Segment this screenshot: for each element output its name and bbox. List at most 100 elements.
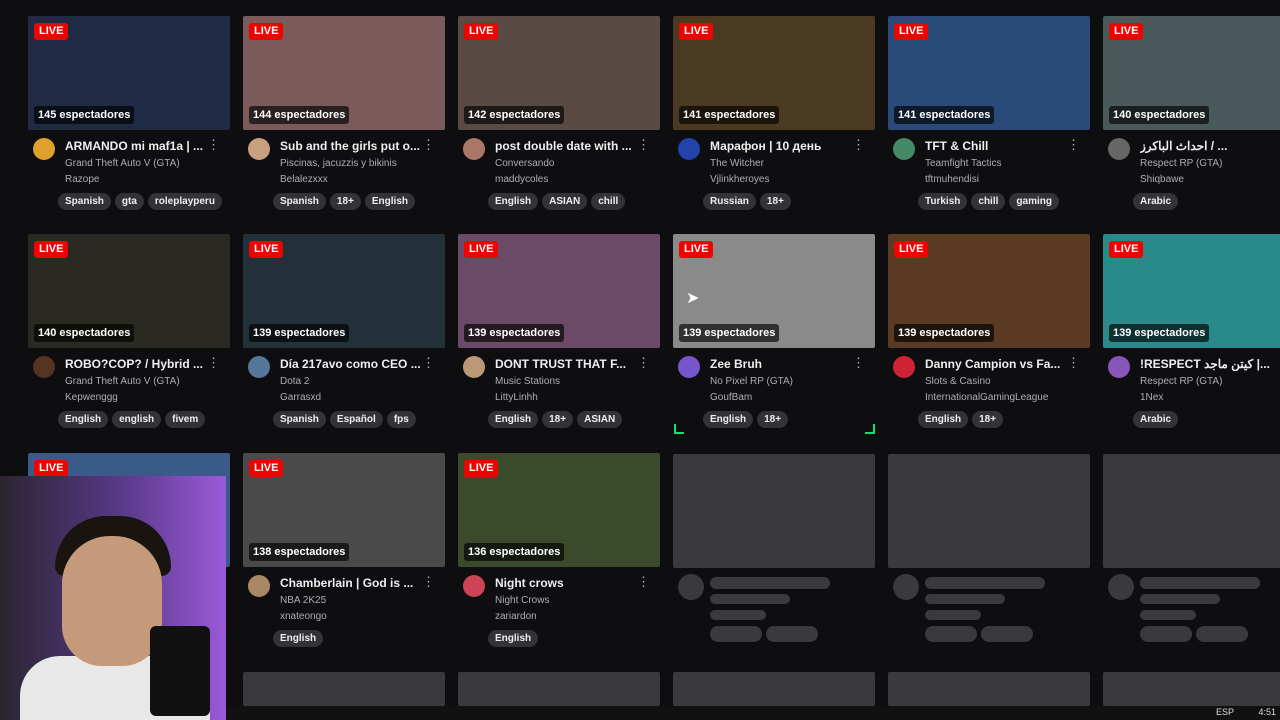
avatar[interactable] — [463, 575, 485, 597]
game-name[interactable]: Conversando — [495, 158, 554, 169]
keyboard-language[interactable]: ESP — [1216, 707, 1234, 717]
game-name[interactable]: Grand Theft Auto V (GTA) — [65, 376, 180, 387]
more-options-icon[interactable]: ⋮ — [1067, 356, 1080, 370]
tag[interactable]: gta — [114, 193, 144, 210]
more-options-icon[interactable]: ⋮ — [852, 356, 865, 370]
stream-card[interactable]: LIVE 139 espectadores Zee Bruh ⋮ No Pixel RP… — [673, 234, 875, 438]
tag[interactable]: English — [703, 411, 754, 428]
tag[interactable]: fivem — [165, 411, 206, 428]
tag[interactable]: English — [918, 411, 969, 428]
channel-name[interactable]: xnateongo — [280, 611, 327, 622]
stream-thumbnail[interactable]: LIVE 139 espectadores — [458, 234, 660, 348]
stream-card[interactable]: LIVE 141 espectadores Марафон | 10 день ⋮ Th… — [673, 16, 875, 220]
stream-thumbnail[interactable]: LIVE 138 espectadores — [243, 453, 445, 567]
avatar[interactable] — [893, 138, 915, 160]
avatar[interactable] — [893, 356, 915, 378]
tag[interactable]: ASIAN — [542, 193, 588, 210]
avatar[interactable] — [463, 356, 485, 378]
game-name[interactable]: Grand Theft Auto V (GTA) — [65, 158, 180, 169]
more-options-icon[interactable]: ⋮ — [637, 138, 650, 152]
stream-card[interactable]: LIVE 141 espectadores TFT & Chill ⋮ Teamfigh… — [888, 16, 1090, 220]
game-name[interactable]: Slots & Casino — [925, 376, 991, 387]
channel-name[interactable]: maddycoles — [495, 174, 548, 185]
tag[interactable]: gaming — [1009, 193, 1059, 210]
tag[interactable]: English — [488, 411, 539, 428]
stream-title[interactable]: احداث الباكرز / ... — [1140, 139, 1280, 153]
stream-card[interactable]: LIVE 139 espectadores DONT TRUST THAT F...… — [458, 234, 660, 438]
game-name[interactable]: Respect RP (GTA) — [1140, 376, 1222, 387]
stream-card[interactable]: LIVE 139 espectadores Día 217avo como CEO … — [243, 234, 445, 438]
stream-thumbnail[interactable]: LIVE 145 espectadores — [28, 16, 230, 130]
stream-card[interactable]: LIVE 140 espectadores احداث الباكرز / ...⋮… — [1103, 16, 1280, 220]
tag[interactable]: Spanish — [273, 193, 326, 210]
tag[interactable]: ASIAN — [577, 411, 623, 428]
channel-name[interactable]: 1Nex — [1140, 392, 1163, 403]
channel-name[interactable]: zariardon — [495, 611, 537, 622]
stream-card[interactable]: LIVE 142 espectadores post double date wit… — [458, 16, 660, 220]
stream-title[interactable]: DONT TRUST THAT F... — [495, 357, 645, 371]
channel-name[interactable]: GoufBam — [710, 392, 752, 403]
tag[interactable]: Turkish — [918, 193, 968, 210]
avatar[interactable] — [463, 138, 485, 160]
stream-thumbnail[interactable]: LIVE 139 espectadores — [1103, 234, 1280, 348]
avatar[interactable] — [248, 575, 270, 597]
avatar[interactable] — [678, 356, 700, 378]
stream-title[interactable]: ROBO?COP? / Hybrid ... — [65, 357, 215, 371]
stream-title[interactable]: !RESPECT كيتن ماجد |... — [1140, 357, 1280, 371]
avatar[interactable] — [678, 138, 700, 160]
tag[interactable]: english — [112, 411, 162, 428]
tag[interactable]: fps — [386, 411, 416, 428]
avatar[interactable] — [248, 138, 270, 160]
avatar[interactable] — [1108, 138, 1130, 160]
stream-card[interactable]: LIVE 138 espectadores Chamberlain | God is… — [243, 453, 445, 657]
stream-card[interactable]: LIVE 144 espectadores Sub and the girls pu… — [243, 16, 445, 220]
tag[interactable]: Russian — [703, 193, 756, 210]
more-options-icon[interactable]: ⋮ — [637, 575, 650, 589]
tag[interactable]: chill — [591, 193, 626, 210]
channel-name[interactable]: Vjlinkheroyes — [710, 174, 769, 185]
channel-name[interactable]: LittyLinhh — [495, 392, 538, 403]
stream-card[interactable]: LIVE 139 espectadores Danny Campion vs Fa.… — [888, 234, 1090, 438]
more-options-icon[interactable]: ⋮ — [1067, 138, 1080, 152]
stream-thumbnail[interactable]: LIVE 140 espectadores — [28, 234, 230, 348]
tag[interactable]: Spanish — [58, 193, 111, 210]
tag[interactable]: roleplayperu — [147, 193, 222, 210]
clock[interactable]: 4:51 — [1258, 707, 1276, 717]
channel-name[interactable]: Shiqbawe — [1140, 174, 1184, 185]
game-name[interactable]: Music Stations — [495, 376, 560, 387]
avatar[interactable] — [33, 138, 55, 160]
tag[interactable]: chill — [971, 193, 1006, 210]
stream-title[interactable]: Día 217avo como CEO ... — [280, 357, 430, 371]
more-options-icon[interactable]: ⋮ — [207, 138, 220, 152]
stream-title[interactable]: Sub and the girls put o... — [280, 139, 430, 153]
game-name[interactable]: No Pixel RP (GTA) — [710, 376, 793, 387]
tag[interactable]: 18+ — [972, 411, 1004, 428]
stream-title[interactable]: Night crows — [495, 576, 645, 590]
stream-thumbnail[interactable]: LIVE 139 espectadores — [888, 234, 1090, 348]
stream-title[interactable]: Danny Campion vs Fa... — [925, 357, 1075, 371]
tag[interactable]: English — [273, 630, 324, 647]
channel-name[interactable]: tftmuhendisi — [925, 174, 979, 185]
stream-thumbnail[interactable]: LIVE 141 espectadores — [673, 16, 875, 130]
tag[interactable]: English — [58, 411, 109, 428]
avatar[interactable] — [33, 356, 55, 378]
tag[interactable]: Arabic — [1133, 193, 1179, 210]
avatar[interactable] — [1108, 356, 1130, 378]
stream-title[interactable]: post double date with ... — [495, 139, 645, 153]
stream-card[interactable]: LIVE 136 espectadores Night crows ⋮ Night Cr… — [458, 453, 660, 657]
tag[interactable]: English — [364, 193, 415, 210]
game-name[interactable]: Night Crows — [495, 595, 549, 606]
tag[interactable]: English — [488, 630, 539, 647]
game-name[interactable]: Respect RP (GTA) — [1140, 158, 1222, 169]
game-name[interactable]: The Witcher — [710, 158, 764, 169]
game-name[interactable]: Teamfight Tactics — [925, 158, 1002, 169]
stream-title[interactable]: ARMANDO mi maf1a | ... — [65, 139, 215, 153]
more-options-icon[interactable]: ⋮ — [422, 356, 435, 370]
game-name[interactable]: Piscinas, jacuzzis y bikinis — [280, 158, 397, 169]
stream-card[interactable]: LIVE 145 espectadores ARMANDO mi maf1a | .… — [28, 16, 230, 220]
tag[interactable]: 18+ — [759, 193, 791, 210]
channel-name[interactable]: Razope — [65, 174, 99, 185]
tag[interactable]: 18+ — [542, 411, 574, 428]
channel-name[interactable]: Garrasxd — [280, 392, 321, 403]
avatar[interactable] — [248, 356, 270, 378]
